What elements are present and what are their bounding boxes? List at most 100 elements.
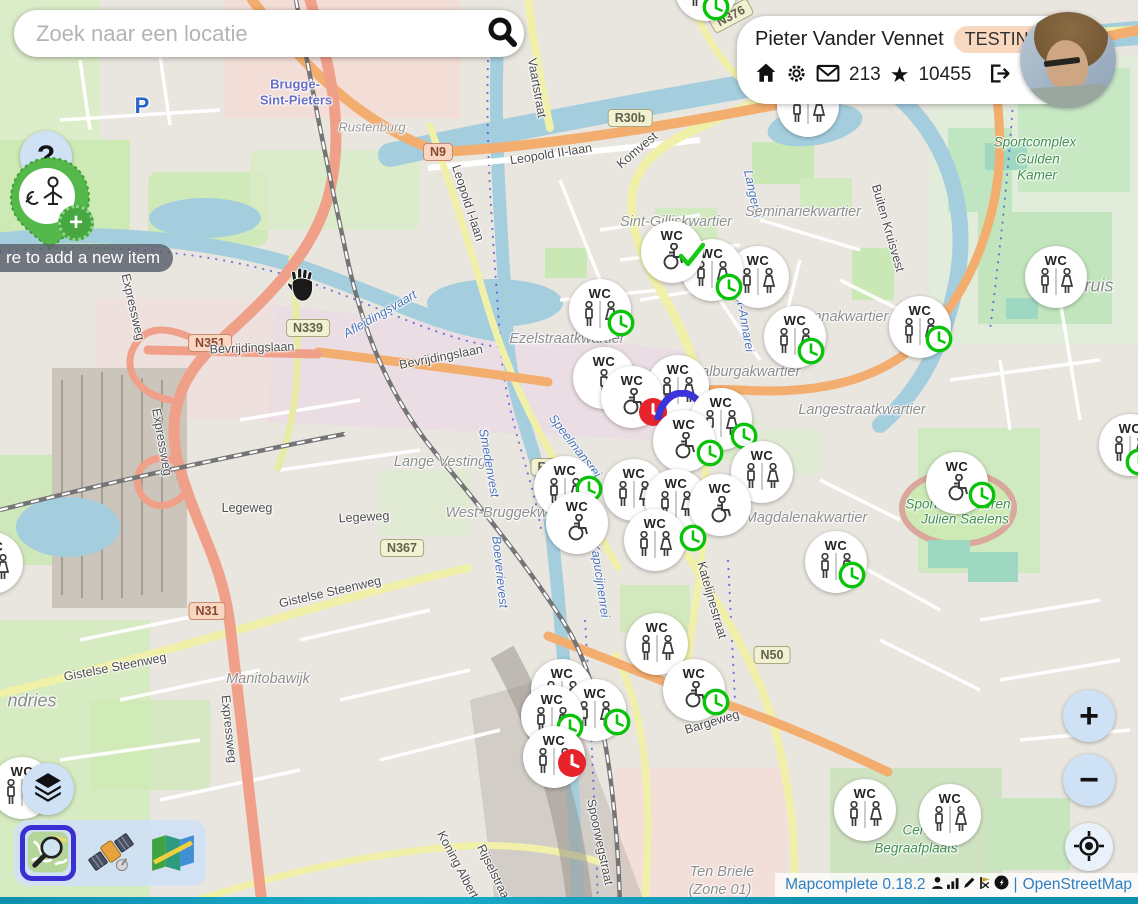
- toilet-marker[interactable]: WC: [675, 0, 737, 21]
- toilet-icon: [772, 328, 818, 360]
- toilet-icon: [927, 806, 973, 838]
- toilet-marker[interactable]: WC: [764, 306, 826, 368]
- toilet-marker[interactable]: WC: [624, 509, 686, 571]
- messages-button[interactable]: [816, 63, 840, 86]
- attribution-separator: |: [1014, 876, 1018, 894]
- toilet-marker[interactable]: WC: [1099, 414, 1138, 476]
- layers-button[interactable]: [22, 763, 74, 815]
- toilet-icon: [634, 635, 680, 667]
- search-button[interactable]: [480, 12, 524, 56]
- toilet-marker[interactable]: WC: [546, 492, 608, 554]
- search-icon: [485, 15, 519, 52]
- edit-pencil-icon[interactable]: [962, 876, 976, 895]
- toilet-marker-label: WC: [661, 229, 684, 243]
- toilet-marker[interactable]: WC: [569, 279, 631, 341]
- theme-flag-icon[interactable]: [978, 876, 992, 895]
- toilet-marker-label: WC: [646, 621, 669, 635]
- zoom-out-button[interactable]: −: [1063, 754, 1115, 806]
- background-style-bar: [14, 820, 206, 886]
- toilet-marker-label: WC: [710, 396, 733, 410]
- attribution-bar: Mapcomplete 0.18.2 | OpenStreetMap: [775, 873, 1138, 897]
- toilet-marker-label: WC: [541, 693, 564, 707]
- toilet-marker[interactable]: WC: [919, 784, 981, 846]
- toilet-marker-label: WC: [784, 314, 807, 328]
- statistics-icon[interactable]: [946, 876, 960, 895]
- wheelchair-toilet-icon: [705, 496, 735, 528]
- bottom-accent-bar: [0, 897, 1138, 904]
- toilet-icon: [577, 301, 623, 333]
- toilet-marker-label: WC: [593, 355, 616, 369]
- envelope-icon: [816, 63, 840, 86]
- toilet-marker[interactable]: WC: [601, 366, 663, 428]
- toilet-marker-label: WC: [709, 482, 732, 496]
- toilet-marker[interactable]: WC: [689, 474, 751, 536]
- logout-button[interactable]: [988, 63, 1011, 87]
- mapcomplete-version-link[interactable]: Mapcomplete 0.18.2: [785, 876, 925, 894]
- toilet-marker-label: WC: [589, 287, 612, 301]
- toilet-marker-label: WC: [554, 464, 577, 478]
- toilet-icon: [1107, 436, 1138, 468]
- toilet-marker-label: WC: [665, 477, 688, 491]
- toilet-marker-label: WC: [1045, 254, 1068, 268]
- toilet-marker-label: WC: [584, 687, 607, 701]
- geolocate-button[interactable]: [1065, 823, 1113, 871]
- toilet-marker[interactable]: WC: [889, 296, 951, 358]
- satellite-icon: [87, 830, 135, 877]
- toilet-marker-label: WC: [683, 667, 706, 681]
- user-name[interactable]: Pieter Vander Vennet: [755, 28, 944, 51]
- toilet-icon: [683, 0, 729, 13]
- add-item-plus-button[interactable]: +: [58, 205, 94, 241]
- mastodon-badge-icon[interactable]: [994, 875, 1009, 895]
- toilet-marker-label: WC: [644, 517, 667, 531]
- search-input[interactable]: [34, 20, 480, 48]
- toilet-marker[interactable]: WC: [663, 659, 725, 721]
- toilet-icon: [813, 553, 859, 585]
- toilet-marker-label: WC: [751, 449, 774, 463]
- logout-icon: [988, 63, 1011, 87]
- opening-hours-badge: [968, 481, 996, 514]
- style-map-button[interactable]: [146, 825, 200, 881]
- contributors-icon[interactable]: [931, 876, 944, 895]
- toilet-marker-label: WC: [623, 467, 646, 481]
- toilet-marker-label: WC: [551, 667, 574, 681]
- toilet-icon: [632, 531, 678, 563]
- style-satellite-button[interactable]: [84, 825, 138, 881]
- toilet-icon: [531, 748, 577, 780]
- toilet-marker-label: WC: [825, 539, 848, 553]
- map-viewport[interactable]: Brugge-Sint-PietersPRustenburgVaartstraa…: [0, 0, 1138, 904]
- map-markers: WCWCWCWCWCWCWCWCWCWCWCWCWCWCWCWCWCWCWCWC…: [0, 0, 1138, 904]
- avatar[interactable]: [1020, 12, 1116, 108]
- home-button[interactable]: [755, 62, 777, 87]
- toilet-marker[interactable]: WC: [1025, 246, 1087, 308]
- wheelchair-toilet-icon: [679, 681, 709, 713]
- home-icon: [755, 62, 777, 87]
- toilet-icon: [842, 801, 888, 833]
- star-icon: ★: [890, 64, 910, 86]
- toilet-marker-label: WC: [747, 254, 770, 268]
- zoom-in-button[interactable]: +: [1063, 690, 1115, 742]
- toilet-marker-label: WC: [854, 787, 877, 801]
- toilet-marker[interactable]: WC: [641, 221, 703, 283]
- folded-map-icon: [150, 831, 196, 876]
- toilet-marker[interactable]: WC: [926, 452, 988, 514]
- style-osm-button[interactable]: [20, 825, 76, 881]
- toilet-marker[interactable]: WC: [0, 532, 23, 594]
- wheelchair-toilet-icon: [562, 514, 592, 546]
- toilet-marker-label: WC: [1119, 422, 1138, 436]
- toilet-marker[interactable]: WC: [653, 410, 715, 472]
- osm-map-icon: [25, 829, 71, 878]
- wheelchair-toilet-icon: [617, 388, 647, 420]
- toilet-icon: [897, 318, 943, 350]
- settings-button[interactable]: [786, 63, 807, 87]
- openstreetmap-link[interactable]: OpenStreetMap: [1023, 876, 1132, 894]
- toilet-marker[interactable]: WC: [834, 779, 896, 841]
- add-item-tooltip: re to add a new item: [0, 244, 173, 272]
- toilet-marker[interactable]: WC: [523, 726, 585, 788]
- layers-icon: [33, 771, 63, 807]
- search-bar: [14, 10, 524, 57]
- toilet-marker[interactable]: WC: [805, 531, 867, 593]
- toilet-marker-label: WC: [701, 247, 724, 261]
- changesets-button[interactable]: ★: [890, 64, 910, 86]
- toilet-marker-label: WC: [667, 363, 690, 377]
- messages-count: 213: [849, 64, 881, 86]
